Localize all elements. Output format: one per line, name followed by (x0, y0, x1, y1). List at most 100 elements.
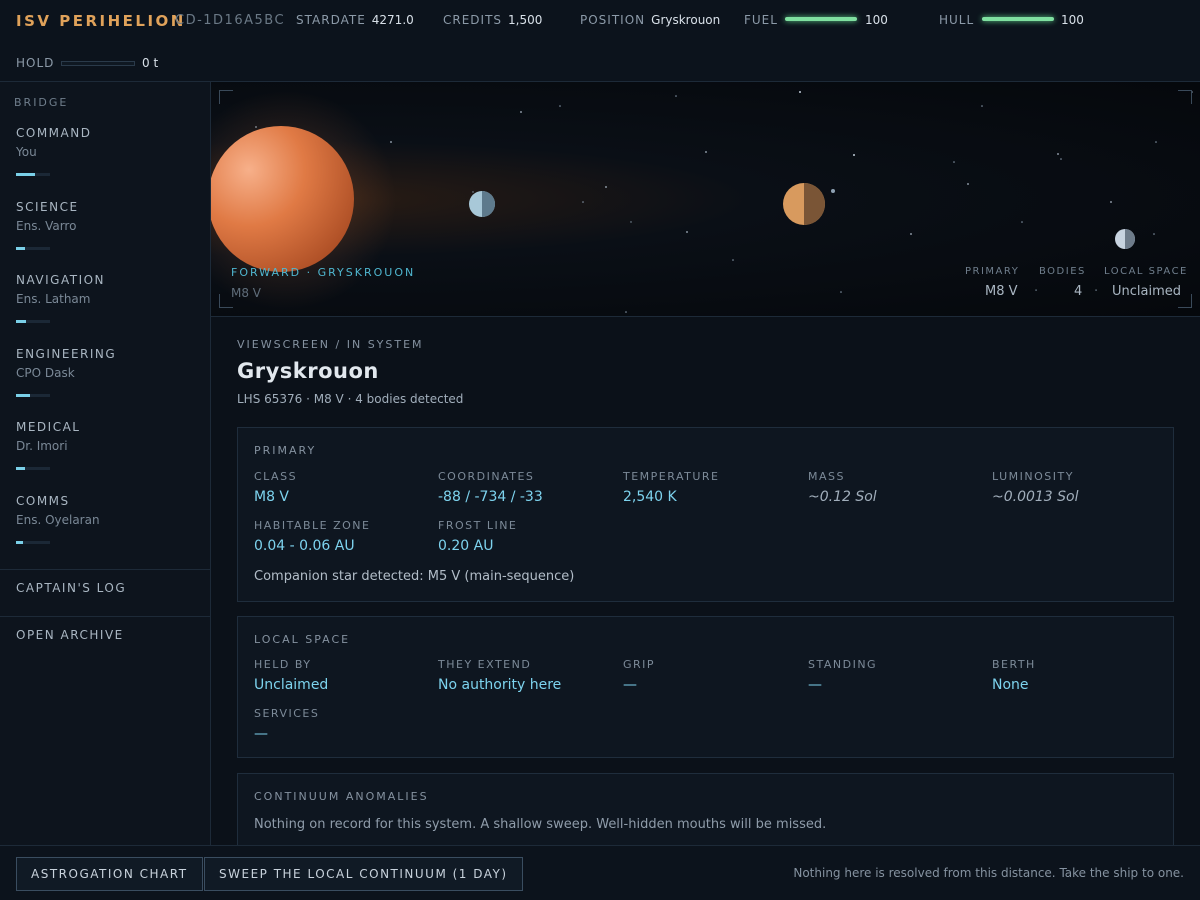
viewscreen: FORWARD · GRYSKROUON M8 V PRIMARY M8 V ·… (211, 82, 1200, 317)
habitable-zone-field: HABITABLE ZONE 0.04 - 0.06 AU (254, 519, 429, 554)
page-subtitle: LHS 65376 · M8 V · 4 bodies detected (237, 392, 464, 406)
field-label: STANDING (808, 658, 878, 671)
panel-title: LOCAL SPACE (254, 633, 351, 646)
position-value: Gryskrouon (651, 13, 721, 27)
field-value: Unclaimed (254, 677, 329, 693)
primary-stat-label: PRIMARY (965, 266, 1020, 277)
station-medical[interactable]: MEDICAL Dr. Imori (16, 420, 196, 470)
stardate-value: 4271.0 (371, 13, 414, 27)
station-meter-fill (16, 541, 23, 544)
class-field: CLASS M8 V (254, 470, 429, 505)
station-meter-fill (16, 320, 27, 323)
local-space-panel: LOCAL SPACE HELD BY Unclaimed THEY EXTEN… (237, 616, 1174, 758)
credits-readout: CREDITS 1,500 (443, 13, 542, 27)
station-name: SCIENCE (16, 200, 79, 214)
panel-title: PRIMARY (254, 444, 317, 457)
field-label: BERTH (992, 658, 1036, 671)
station-crew: Ens. Latham (16, 292, 91, 306)
station-science[interactable]: SCIENCE Ens. Varro (16, 200, 196, 250)
luminosity-field: LUMINOSITY ~0.0013 Sol (992, 470, 1167, 505)
field-label: HELD BY (254, 658, 312, 671)
anomalies-note: Nothing on record for this system. A sha… (254, 817, 827, 832)
stardate-readout: STARDATE 4271.0 (296, 13, 414, 27)
station-meter (16, 247, 50, 250)
stardate-label: STARDATE (296, 13, 366, 27)
frame-corner (219, 90, 233, 104)
star-class-label: M8 V (231, 286, 262, 300)
station-engineering[interactable]: ENGINEERING CPO Dask (16, 347, 196, 397)
station-crew: Dr. Imori (16, 439, 68, 453)
hold-label: HOLD (16, 56, 55, 70)
credits-value: 1,500 (508, 13, 543, 27)
sweep-continuum-button[interactable]: SWEEP THE LOCAL CONTINUUM (1 DAY) (204, 857, 523, 891)
frame-corner (1178, 90, 1192, 104)
bridge-section-label: BRIDGE (14, 96, 69, 109)
standing-field: STANDING — (808, 658, 983, 693)
fuel-value: 100 (865, 13, 888, 27)
companion-note: Companion star detected: M5 V (main-sequ… (254, 569, 575, 584)
field-label: HABITABLE ZONE (254, 519, 371, 532)
station-meter (16, 467, 50, 470)
primary-panel: PRIMARY CLASS M8 V COORDINATES -88 / -73… (237, 427, 1174, 602)
station-crew: Ens. Oyelaran (16, 513, 100, 527)
hold-bar (61, 61, 135, 66)
planet-3 (1115, 229, 1135, 249)
station-meter (16, 173, 50, 176)
fuel-label: FUEL (744, 13, 778, 27)
field-value: ~0.12 Sol (808, 489, 877, 505)
station-crew: You (16, 145, 37, 159)
sidebar-divider (0, 569, 211, 570)
field-value: None (992, 677, 1029, 693)
fuel-bar-fill (785, 17, 857, 21)
bodies-stat-label: BODIES (1039, 266, 1086, 277)
sidebar-divider (0, 616, 211, 617)
hull-label: HULL (939, 13, 975, 27)
ship-name: ISV PERIHELION (16, 12, 186, 30)
page-title: Gryskrouon (237, 359, 379, 383)
they-extend-field: THEY EXTEND No authority here (438, 658, 613, 693)
field-label: COORDINATES (438, 470, 535, 483)
bodies-stat-value: 4 (1074, 284, 1083, 299)
frost-line-field: FROST LINE 0.20 AU (438, 519, 613, 554)
station-comms[interactable]: COMMS Ens. Oyelaran (16, 494, 196, 544)
action-bar: ASTROGATION CHART SWEEP THE LOCAL CONTIN… (0, 845, 1200, 900)
hold-value: 0 t (142, 56, 159, 70)
station-navigation[interactable]: NAVIGATION Ens. Latham (16, 273, 196, 323)
field-value: — (623, 677, 637, 693)
station-name: ENGINEERING (16, 347, 117, 361)
hull-bar (982, 17, 1054, 21)
field-label: CLASS (254, 470, 298, 483)
field-value: No authority here (438, 677, 562, 693)
field-label: THEY EXTEND (438, 658, 532, 671)
hull-value: 100 (1061, 13, 1084, 27)
station-meter (16, 541, 50, 544)
system-details: VIEWSCREEN / IN SYSTEM Gryskrouon LHS 65… (211, 317, 1200, 845)
coordinates-field: COORDINATES -88 / -734 / -33 (438, 470, 613, 505)
station-meter-fill (16, 247, 25, 250)
forward-label: FORWARD · GRYSKROUON (231, 266, 416, 279)
fuel-bar (785, 17, 857, 21)
astrogation-chart-button[interactable]: ASTROGATION CHART (16, 857, 203, 891)
station-meter-fill (16, 173, 35, 176)
station-command[interactable]: COMMAND You (16, 126, 196, 176)
field-value: 0.04 - 0.06 AU (254, 538, 355, 554)
field-label: MASS (808, 470, 845, 483)
planet-2 (783, 183, 825, 225)
captains-log-link[interactable]: CAPTAIN'S LOG (16, 581, 126, 595)
field-label: TEMPERATURE (623, 470, 720, 483)
stat-separator: · (1034, 284, 1039, 299)
credits-label: CREDITS (443, 13, 503, 27)
position-readout: POSITION Gryskrouon (580, 13, 720, 27)
station-name: COMMAND (16, 126, 92, 140)
open-archive-link[interactable]: OPEN ARCHIVE (16, 628, 124, 642)
mass-field: MASS ~0.12 Sol (808, 470, 983, 505)
viewscreen-scene (211, 90, 1193, 313)
primary-star (211, 126, 354, 272)
field-label: SERVICES (254, 707, 320, 720)
field-value: 0.20 AU (438, 538, 494, 554)
anomalies-panel: CONTINUUM ANOMALIES Nothing on record fo… (237, 773, 1174, 845)
station-meter (16, 394, 50, 397)
field-value: — (254, 726, 268, 742)
field-label: FROST LINE (438, 519, 518, 532)
station-name: NAVIGATION (16, 273, 106, 287)
